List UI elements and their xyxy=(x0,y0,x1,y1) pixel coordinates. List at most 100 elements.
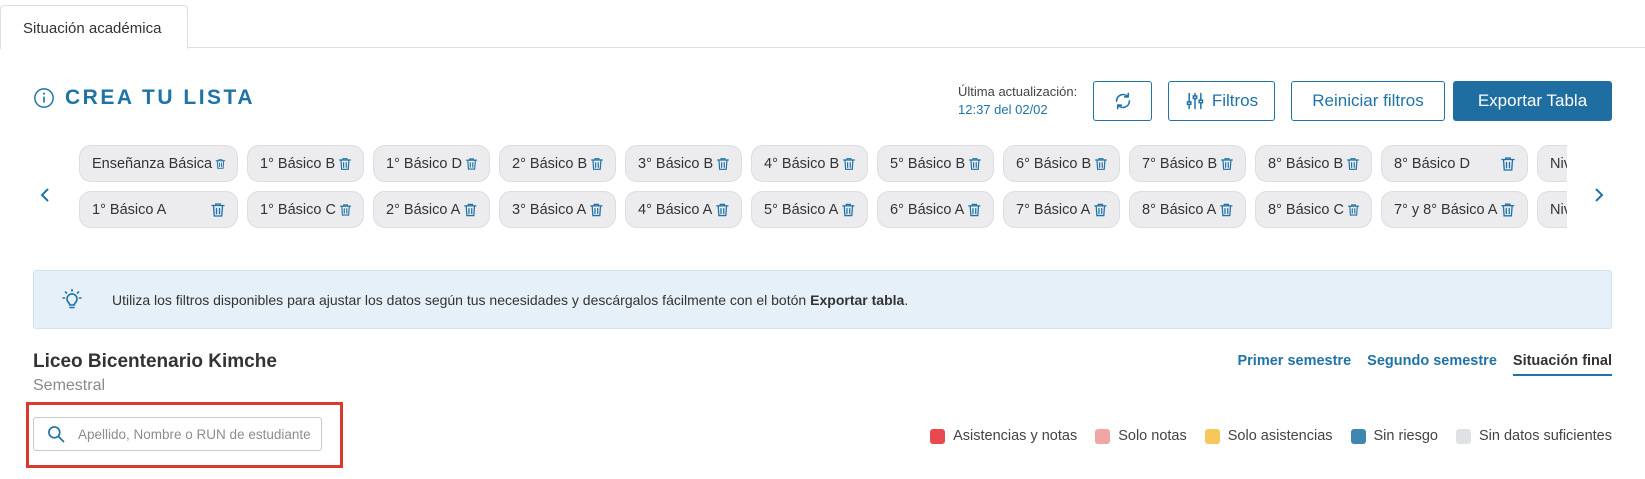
trash-icon[interactable] xyxy=(840,201,857,219)
filter-chip[interactable]: 2° Básico A xyxy=(373,191,490,228)
trash-icon[interactable] xyxy=(1092,201,1109,219)
trash-icon[interactable] xyxy=(1218,201,1235,219)
chip-label: 5° Básico A xyxy=(764,201,839,218)
filter-chip[interactable]: Niv xyxy=(1537,145,1567,182)
trash-icon[interactable] xyxy=(214,155,227,173)
last-update-label: Última actualización: xyxy=(958,84,1078,99)
filter-chip[interactable]: 3° Básico B xyxy=(625,145,742,182)
chip-label: 5° Básico B xyxy=(890,155,966,172)
export-table-button[interactable]: Exportar Tabla xyxy=(1453,81,1612,121)
reset-filters-button[interactable]: Reiniciar filtros xyxy=(1291,81,1445,121)
filter-chip[interactable]: 4° Básico A xyxy=(625,191,742,228)
trash-icon[interactable] xyxy=(1219,155,1235,173)
last-update: Última actualización: 12:37 del 02/02 xyxy=(958,83,1077,119)
legend-label: Asistencias y notas xyxy=(953,428,1078,444)
refresh-button[interactable] xyxy=(1093,81,1152,121)
trash-icon[interactable] xyxy=(588,201,605,219)
filter-chip[interactable]: 5° Básico B xyxy=(877,145,994,182)
chip-label: 4° Básico A xyxy=(638,201,713,218)
trash-icon[interactable] xyxy=(209,201,227,219)
trash-icon[interactable] xyxy=(589,155,605,173)
legend-label: Solo asistencias xyxy=(1227,428,1333,444)
tip-strong: Exportar tabla xyxy=(810,291,905,308)
filter-chip[interactable]: 6° Básico B xyxy=(1003,145,1120,182)
school-name: Liceo Bicentenario Kimche xyxy=(33,351,277,372)
tab-situacion-final[interactable]: Situación final xyxy=(1512,353,1612,376)
sliders-icon xyxy=(1186,92,1204,110)
trash-icon[interactable] xyxy=(464,155,479,173)
search-box[interactable] xyxy=(33,417,322,451)
trash-icon[interactable] xyxy=(1345,155,1361,173)
filter-chip[interactable]: 2° Básico B xyxy=(499,145,616,182)
chips-next-button[interactable] xyxy=(1589,183,1609,207)
trash-icon[interactable] xyxy=(1093,155,1109,173)
filter-chip[interactable]: 7° Básico A xyxy=(1003,191,1120,228)
filter-chip[interactable]: 8° Básico D xyxy=(1381,145,1528,182)
filter-chip[interactable]: 8° Básico B xyxy=(1255,145,1372,182)
tip-end: . xyxy=(904,291,909,308)
trash-icon[interactable] xyxy=(1346,201,1361,219)
chip-label: 3° Básico A xyxy=(512,201,587,218)
trash-icon[interactable] xyxy=(967,155,983,173)
legend-swatch xyxy=(1204,428,1220,444)
trash-icon[interactable] xyxy=(337,155,353,173)
chip-label: 2° Básico B xyxy=(512,155,588,172)
tab-primer-semestre[interactable]: Primer semestre xyxy=(1237,353,1351,376)
filters-button[interactable]: Filtros xyxy=(1168,81,1275,121)
tab-situacion-academica[interactable]: Situación académica xyxy=(0,5,188,49)
legend-label: Solo notas xyxy=(1118,428,1187,444)
student-search-input[interactable] xyxy=(78,426,318,442)
legend-item: Solo asistencias xyxy=(1204,428,1333,444)
chip-label: 7° y 8° Básico A xyxy=(1394,201,1498,218)
filter-chip[interactable]: 1° Básico D xyxy=(373,145,490,182)
trash-icon[interactable] xyxy=(462,201,479,219)
filter-chip[interactable]: 1° Básico A xyxy=(79,191,238,228)
chip-label: 7° Básico B xyxy=(1142,155,1218,172)
legend-item: Asistencias y notas xyxy=(930,428,1077,444)
chip-label: 1° Básico D xyxy=(386,155,462,172)
trash-icon[interactable] xyxy=(715,155,731,173)
filter-chip[interactable]: 3° Básico A xyxy=(499,191,616,228)
legend-swatch xyxy=(930,428,946,444)
chip-label: 8° Básico C xyxy=(1268,201,1344,218)
chip-label: 6° Básico A xyxy=(890,201,965,218)
chips-prev-button[interactable] xyxy=(35,183,55,207)
page-title: CREA TU LISTA xyxy=(65,86,255,109)
trash-icon[interactable] xyxy=(338,201,353,219)
legend-label: Sin riesgo xyxy=(1373,428,1438,444)
chip-label: 6° Básico B xyxy=(1016,155,1092,172)
filter-chip[interactable]: 8° Básico A xyxy=(1129,191,1246,228)
filter-chip[interactable]: Niv xyxy=(1537,191,1567,228)
legend-item: Solo notas xyxy=(1095,428,1187,444)
chip-label: 2° Básico A xyxy=(386,201,461,218)
filter-chip[interactable]: 6° Básico A xyxy=(877,191,994,228)
tab-segundo-semestre[interactable]: Segundo semestre xyxy=(1367,353,1497,376)
filter-chip[interactable]: 4° Básico B xyxy=(751,145,868,182)
trash-icon[interactable] xyxy=(1499,201,1517,219)
filter-chip[interactable]: 7° Básico B xyxy=(1129,145,1246,182)
chip-label: 8° Básico A xyxy=(1142,201,1217,218)
legend-item: Sin datos suficientes xyxy=(1456,428,1612,444)
top-tab-bar: Situación académica xyxy=(0,0,1645,49)
title-row: CREA TU LISTA xyxy=(33,86,255,110)
chip-label: Niv xyxy=(1550,201,1567,218)
filter-chip[interactable]: 1° Básico B xyxy=(247,145,364,182)
trash-icon[interactable] xyxy=(841,155,857,173)
filter-chip[interactable]: 8° Básico C xyxy=(1255,191,1372,228)
chevron-right-icon xyxy=(1595,188,1604,202)
trash-icon[interactable] xyxy=(1499,155,1517,173)
chip-label: 4° Básico B xyxy=(764,155,840,172)
filter-chip[interactable]: 1° Básico C xyxy=(247,191,364,228)
info-icon[interactable] xyxy=(33,87,55,109)
legend-label: Sin datos suficientes xyxy=(1479,428,1612,444)
lightbulb-icon xyxy=(62,288,82,308)
trash-icon[interactable] xyxy=(714,201,731,219)
filter-chip[interactable]: 5° Básico A xyxy=(751,191,868,228)
legend-item: Sin riesgo xyxy=(1350,428,1438,444)
filter-chip[interactable]: 7° y 8° Básico A xyxy=(1381,191,1528,228)
chip-label: 8° Básico B xyxy=(1268,155,1344,172)
chip-label: 3° Básico B xyxy=(638,155,714,172)
filter-chip[interactable]: Enseñanza Básica xyxy=(79,145,238,182)
search-icon xyxy=(48,426,65,443)
trash-icon[interactable] xyxy=(966,201,983,219)
